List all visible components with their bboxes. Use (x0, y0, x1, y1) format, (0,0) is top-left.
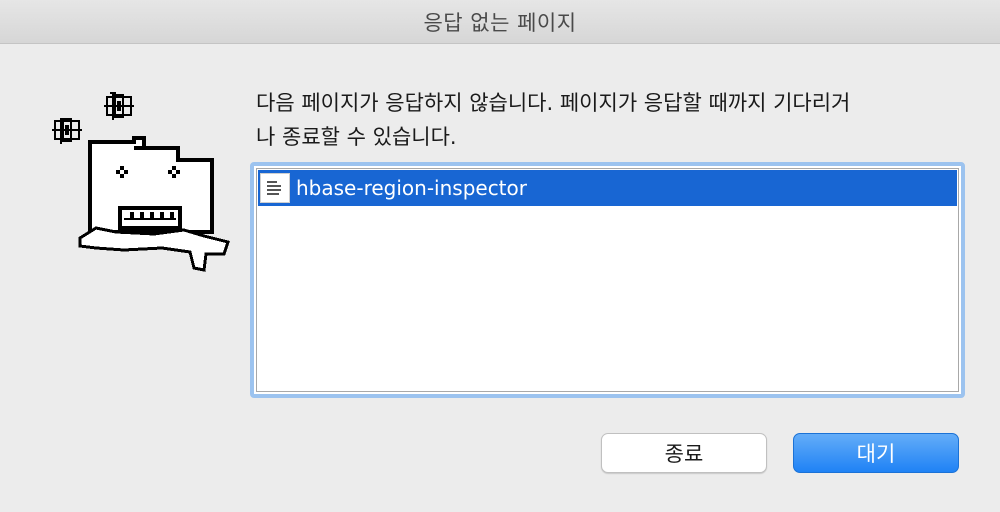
snowflake-icon (104, 92, 134, 120)
message-line: 다음 페이지가 응답하지 않습니다. 페이지가 응답할 때까지 기다리거 (256, 91, 851, 115)
list-item-label: hbase-region-inspector (296, 176, 527, 200)
dialog-window: 응답 없는 페이지 다음 페이지가 응답하지 않습니다. 페이지가 응답할 때까… (0, 0, 1000, 512)
quit-button[interactable]: 종료 (601, 433, 767, 473)
dialog-message: 다음 페이지가 응답하지 않습니다. 페이지가 응답할 때까지 기다리거 나 종… (256, 86, 976, 154)
window-title: 응답 없는 페이지 (423, 10, 577, 35)
wait-button[interactable]: 대기 (793, 433, 959, 473)
message-line: 나 종료할 수 있습니다. (256, 125, 457, 149)
unresponsive-pages-list[interactable]: hbase-region-inspector (250, 162, 965, 398)
snowflake-icon (52, 118, 82, 144)
list-item[interactable]: hbase-region-inspector (258, 170, 957, 206)
title-bar: 응답 없는 페이지 (0, 0, 1000, 44)
page-icon (260, 173, 290, 203)
frozen-folder-icon (44, 82, 240, 282)
